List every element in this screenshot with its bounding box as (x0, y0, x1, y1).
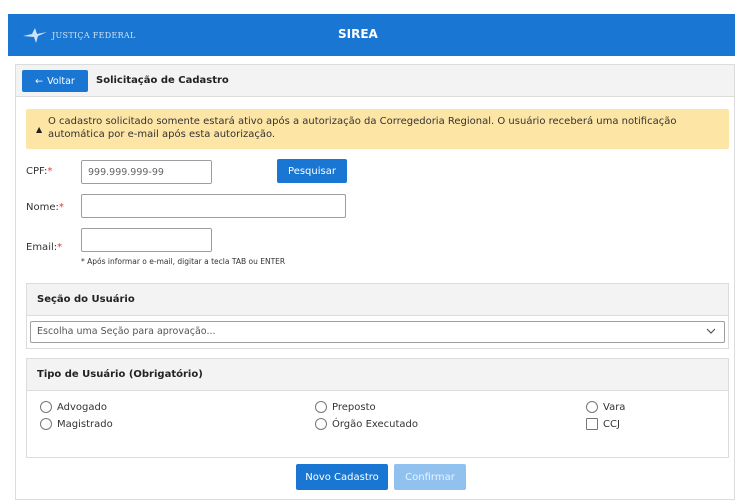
secao-title: Seção do Usuário (27, 284, 728, 316)
required-mark: * (58, 202, 64, 213)
alert-text: O cadastro solicitado somente estará ati… (48, 116, 677, 140)
option-magistrado[interactable]: Magistrado (40, 418, 113, 430)
radio-button[interactable] (40, 401, 52, 413)
option-vara[interactable]: Vara (586, 401, 625, 413)
secao-select-value: Escolha uma Seção para aprovação... (37, 326, 216, 337)
tipo-title: Tipo de Usuário (Obrigatório) (27, 359, 728, 391)
confirm-button[interactable]: Confirmar (394, 464, 466, 490)
email-label-text: Email: (26, 242, 58, 253)
app-title: SIREA (338, 27, 378, 41)
card-header: ← Voltar Solicitação de Cadastro (16, 65, 734, 97)
logo: JUSTIÇA FEDERAL (22, 25, 136, 45)
justice-emblem-icon (23, 28, 47, 43)
back-button[interactable]: ← Voltar (22, 70, 88, 92)
option-ccj[interactable]: CCJ (586, 418, 620, 430)
email-label: Email:* (26, 242, 62, 253)
secao-select[interactable]: Escolha uma Seção para aprovação... (30, 321, 725, 343)
option-label: Preposto (332, 401, 376, 413)
cpf-label: CPF:* (26, 166, 52, 177)
radio-button[interactable] (40, 418, 52, 430)
page-title: Solicitação de Cadastro (96, 75, 229, 86)
radio-button[interactable] (315, 401, 327, 413)
checkbox[interactable] (586, 418, 598, 430)
tipo-panel: Tipo de Usuário (Obrigatório) Advogado M… (26, 358, 729, 458)
arrow-left-icon: ← (35, 75, 44, 87)
chevron-down-icon (706, 328, 716, 334)
option-label: Órgão Executado (332, 418, 419, 430)
top-bar: JUSTIÇA FEDERAL SIREA (8, 14, 735, 56)
option-orgao-executado[interactable]: Órgão Executado (315, 418, 418, 430)
option-label: Vara (603, 401, 626, 413)
cpf-input[interactable] (81, 160, 212, 184)
email-hint: * Após informar o e-mail, digitar a tecl… (81, 257, 286, 266)
radio-button[interactable] (586, 401, 598, 413)
warning-icon: ▲ (36, 125, 43, 134)
option-label: Advogado (57, 401, 107, 413)
nome-input[interactable] (81, 194, 346, 218)
warning-alert: ▲ O cadastro solicitado somente estará a… (26, 109, 729, 149)
back-button-label: Voltar (47, 75, 75, 87)
required-mark: * (57, 242, 63, 253)
logo-text: JUSTIÇA FEDERAL (52, 30, 136, 40)
option-preposto[interactable]: Preposto (315, 401, 376, 413)
secao-panel: Seção do Usuário Escolha uma Seção para … (26, 283, 729, 349)
search-button[interactable]: Pesquisar (277, 159, 347, 183)
radio-button[interactable] (315, 418, 327, 430)
option-advogado[interactable]: Advogado (40, 401, 107, 413)
email-input[interactable] (81, 228, 212, 252)
nome-label: Nome:* (26, 202, 64, 213)
option-label: Magistrado (57, 418, 113, 430)
registration-card: ← Voltar Solicitação de Cadastro ▲ O cad… (15, 64, 735, 500)
new-registration-button[interactable]: Novo Cadastro (296, 464, 388, 490)
nome-label-text: Nome: (26, 202, 59, 213)
option-label: CCJ (603, 418, 620, 430)
required-mark: * (47, 166, 53, 177)
cpf-label-text: CPF: (26, 166, 48, 177)
